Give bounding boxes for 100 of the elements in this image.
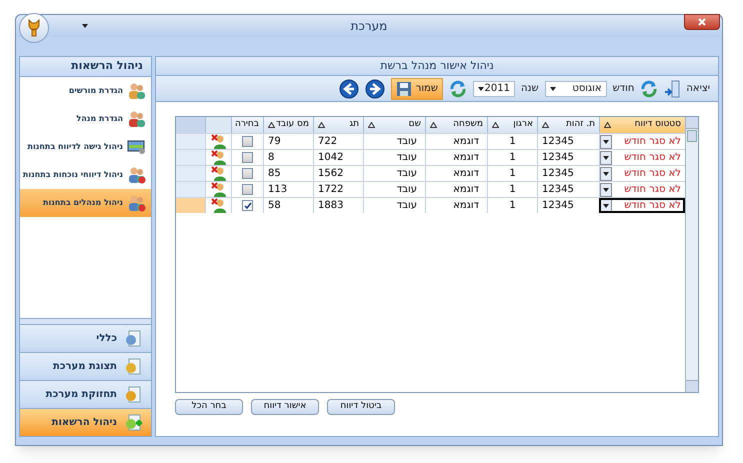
sidebar-item[interactable]: הגדרת מורשים — [20, 77, 151, 105]
sort-icon — [318, 122, 325, 128]
status-dropdown[interactable]: לא סגר חודש — [599, 166, 685, 181]
table-cell: 1 — [487, 182, 537, 197]
row-checkbox[interactable] — [242, 136, 253, 147]
table-cell: דוגמא — [425, 198, 487, 213]
table-cell: 12345 — [537, 198, 599, 213]
table-cell: דוגמא — [425, 134, 487, 149]
action-button[interactable]: אישור דיווח — [251, 399, 319, 415]
sort-icon — [430, 122, 437, 128]
status-dropdown[interactable]: לא סגר חודש — [599, 182, 685, 197]
table-cell: 722 — [313, 134, 363, 149]
wrench-icon[interactable] — [26, 19, 42, 37]
section-icon — [125, 358, 143, 376]
row-checkbox[interactable] — [242, 200, 253, 211]
table-cell: עובד — [363, 134, 425, 149]
column-header[interactable]: סטטוס דיווח — [599, 117, 685, 133]
status-dropdown[interactable]: לא סגר חודש — [599, 150, 685, 165]
status-dropdown[interactable]: לא סגר חודש — [599, 134, 685, 149]
row-checkbox[interactable] — [242, 184, 253, 195]
caret-icon — [478, 86, 484, 90]
table-cell: 79 — [263, 134, 313, 149]
caret-icon — [603, 188, 609, 192]
column-header[interactable]: ארגון — [487, 117, 537, 133]
user-remove-icon[interactable] — [210, 134, 226, 149]
table-cell: 1 — [487, 134, 537, 149]
sort-icon — [268, 122, 275, 128]
section-button[interactable]: תחזוקת מערכת — [20, 380, 151, 408]
table-cell: 12345 — [537, 166, 599, 181]
table-cell: 1562 — [313, 166, 363, 181]
table-cell: 1883 — [313, 198, 363, 213]
caret-icon — [603, 156, 609, 160]
table-cell: 1 — [487, 150, 537, 165]
table-cell: דוגמא — [425, 150, 487, 165]
user-remove-icon[interactable] — [210, 198, 226, 213]
sort-icon — [492, 122, 499, 128]
caret-icon — [550, 86, 556, 90]
exit-door-icon — [664, 80, 682, 98]
sidebar-item[interactable]: ניהול מנהלים בתחנות — [20, 189, 151, 217]
section-button[interactable]: תצוגת מערכת — [20, 352, 151, 380]
column-header[interactable]: בחירה — [231, 117, 263, 133]
caret-icon — [603, 140, 609, 144]
table-cell: 1 — [487, 166, 537, 181]
table-cell: עובד — [363, 198, 425, 213]
table-cell: 1 — [487, 198, 537, 213]
status-dropdown[interactable]: לא סגר חודש — [599, 198, 685, 213]
column-header[interactable]: שם — [363, 117, 425, 133]
table-cell: 1042 — [313, 150, 363, 165]
refresh-icon[interactable] — [448, 80, 467, 98]
sidebar-item[interactable]: ניהול גישה לדיווח בתחנות — [20, 133, 151, 161]
sort-icon — [604, 122, 611, 128]
action-button[interactable]: בחר הכל — [175, 399, 243, 415]
table-cell: 58 — [263, 198, 313, 213]
table-cell: דוגמא — [425, 182, 487, 197]
row-checkbox[interactable] — [242, 152, 253, 163]
caret-icon — [603, 172, 609, 176]
table-cell: 8 — [263, 150, 313, 165]
sort-icon — [542, 122, 549, 128]
user-remove-icon[interactable] — [210, 166, 226, 181]
close-button[interactable] — [684, 14, 720, 30]
table-cell: עובד — [363, 150, 425, 165]
user-remove-icon[interactable] — [210, 182, 226, 197]
caret-icon — [603, 204, 609, 208]
sidebar-item[interactable]: הגדרת מנהל — [20, 105, 151, 133]
column-header[interactable]: תג — [313, 117, 363, 133]
table-cell: 12345 — [537, 182, 599, 197]
quick-access-caret-icon — [82, 24, 88, 28]
sidebar-item[interactable]: ניהול דיווחי נוכחות בתחנות — [20, 161, 151, 189]
column-header[interactable]: מס עובד — [263, 117, 313, 133]
user-remove-icon[interactable] — [210, 150, 226, 165]
row-checkbox[interactable] — [242, 168, 253, 179]
table-cell: 85 — [263, 166, 313, 181]
save-button[interactable]: שמור — [390, 78, 443, 100]
column-header[interactable]: ת. זהות — [537, 117, 599, 133]
sidebar-header: ניהול הרשאות — [20, 57, 151, 77]
column-header[interactable]: משפחה — [425, 117, 487, 133]
year-dropdown[interactable]: 2011 — [472, 80, 515, 96]
section-icon — [125, 386, 143, 404]
vertical-scrollbar[interactable] — [685, 117, 698, 392]
month-label: חודש — [612, 82, 634, 96]
table-cell: דוגמא — [425, 166, 487, 181]
section-button[interactable]: כללי — [20, 324, 151, 352]
year-label: שנה — [520, 82, 539, 96]
panel-header: ניהול אישור מנהל ברשת — [156, 57, 718, 76]
table-cell: 12345 — [537, 134, 599, 149]
table-cell: 12345 — [537, 150, 599, 165]
action-button[interactable]: ביטול דיווח — [327, 399, 395, 415]
refresh-icon[interactable] — [640, 80, 658, 98]
section-icon — [125, 330, 143, 348]
exit-button[interactable]: יציאה — [664, 80, 710, 98]
table-cell: עובד — [363, 166, 425, 181]
close-icon — [698, 18, 706, 26]
section-button[interactable]: ניהול הרשאות — [20, 408, 151, 436]
section-icon — [125, 414, 143, 432]
sort-icon — [368, 122, 375, 128]
table-cell: 1722 — [313, 182, 363, 197]
table-cell: עובד — [363, 182, 425, 197]
month-dropdown[interactable]: אוגוסט — [544, 80, 607, 96]
table-cell: 113 — [263, 182, 313, 197]
window-title: מערכת — [350, 18, 388, 35]
